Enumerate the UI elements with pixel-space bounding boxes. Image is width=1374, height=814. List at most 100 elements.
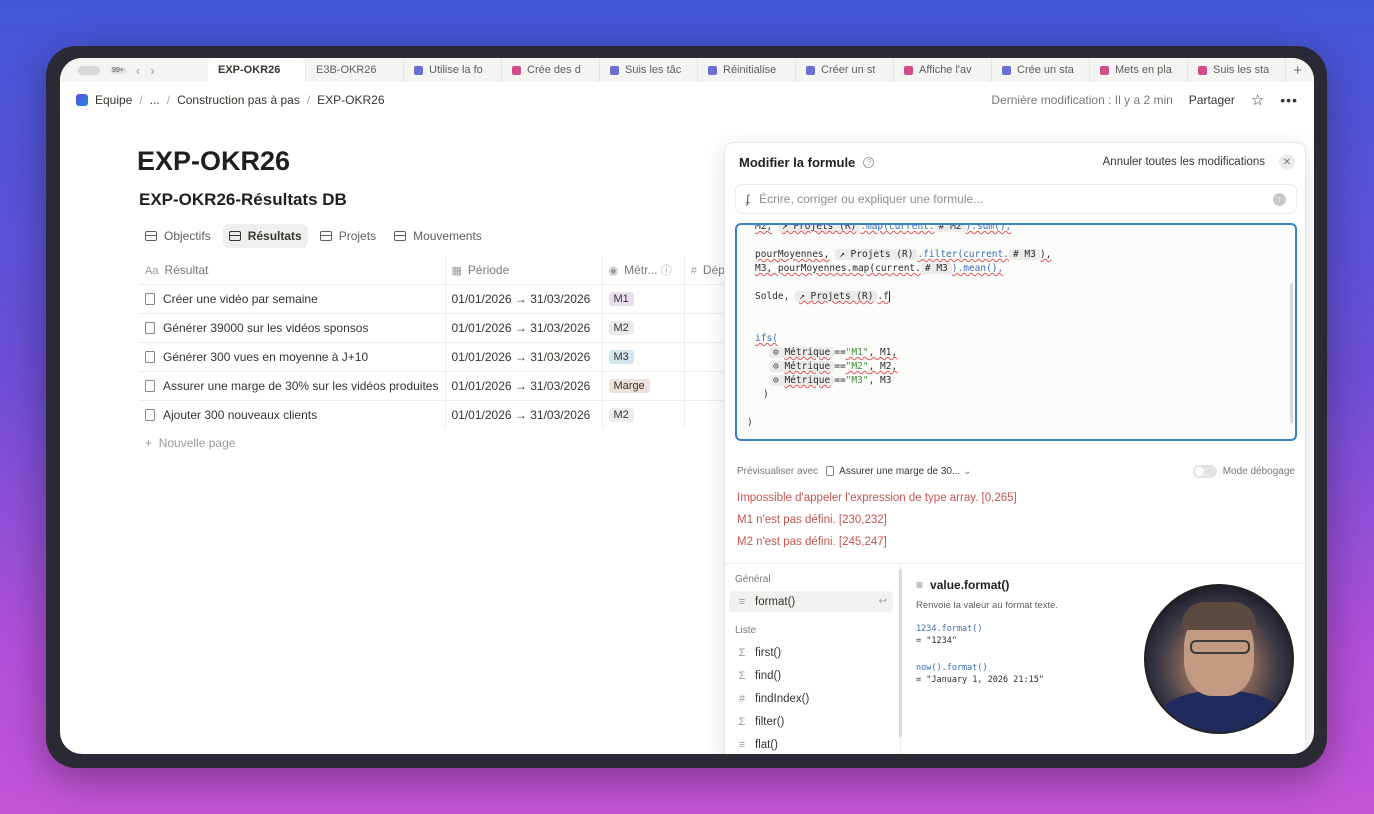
column-header-period[interactable]: ▦ Période	[445, 256, 603, 284]
tab-page-icon	[610, 65, 619, 75]
function-item[interactable]: ≡ format() ↩	[729, 591, 893, 612]
code-token: ==	[834, 361, 846, 372]
page-title[interactable]: EXP-OKR26	[137, 146, 290, 177]
property-chip[interactable]: ⊙ Métrique	[769, 375, 835, 386]
close-icon[interactable]: ✕	[1279, 154, 1295, 170]
webcam-overlay	[1144, 584, 1294, 734]
favorite-star-icon[interactable]: ☆	[1251, 91, 1264, 109]
browser-tab[interactable]: E3B-OKR26	[306, 58, 404, 82]
cell-result[interactable]: Créer une vidéo par semaine	[139, 283, 446, 313]
function-item[interactable]: Σfind()	[729, 665, 893, 686]
property-chip[interactable]: ↗ Projets (R)	[835, 249, 918, 260]
select-property-icon: ⊙	[773, 347, 785, 358]
property-chip[interactable]: # M3	[920, 263, 952, 274]
cell-metric[interactable]: Marge	[602, 370, 685, 400]
breadcrumb-workspace[interactable]: Equipe	[95, 93, 132, 107]
cell-result[interactable]: Générer 39000 sur les vidéos sponsos	[139, 312, 446, 342]
ai-formula-input[interactable]: ʄ Écrire, corriger ou expliquer une form…	[735, 184, 1297, 214]
tab-label: Suis les tâc	[625, 64, 682, 76]
browser-tab[interactable]: Mets en pla	[1090, 58, 1188, 82]
cell-result[interactable]: Assurer une marge de 30% sur les vidéos …	[139, 370, 446, 400]
table-row[interactable]: Générer 39000 sur les vidéos sponsos 01/0…	[139, 312, 745, 342]
code-line: M3, pourMoyennes.map(current. # M3).mean(…	[755, 263, 1003, 274]
function-item[interactable]: Σfilter()	[729, 711, 893, 732]
send-arrow-icon[interactable]: ↑	[1273, 192, 1286, 206]
cell-metric[interactable]: M1	[602, 283, 685, 313]
breadcrumb-current[interactable]: EXP-OKR26	[317, 93, 384, 107]
table-row[interactable]: Générer 300 vues en moyenne à J+10 01/01/…	[139, 341, 745, 371]
database-title[interactable]: EXP-OKR26-Résultats DB	[139, 190, 347, 210]
help-icon[interactable]: ?	[863, 157, 875, 168]
cell-metric[interactable]: M2	[602, 312, 685, 342]
doc-description: Renvoie la valeur au format texte.	[916, 600, 1059, 611]
function-item[interactable]: ≡ flat()	[729, 734, 893, 754]
code-token: M2,	[755, 223, 773, 232]
property-chip[interactable]: # M3	[1008, 249, 1040, 260]
cell-result[interactable]: Ajouter 300 nouveaux clients	[139, 399, 446, 429]
breadcrumb-ellipsis[interactable]: ...	[150, 93, 160, 107]
text-cursor	[888, 291, 896, 302]
cell-period[interactable]: 01/01/2026 → 31/03/2026	[445, 283, 603, 313]
back-arrow-icon[interactable]: ‹	[136, 63, 140, 78]
cell-period[interactable]: 01/01/2026 → 31/03/2026	[445, 341, 603, 371]
browser-tab[interactable]: EXP-OKR26	[208, 58, 306, 82]
view-tab[interactable]: Objectifs	[139, 224, 217, 248]
tab-page-icon	[1198, 65, 1207, 75]
browser-tab[interactable]: Crée un sta	[992, 58, 1090, 82]
column-header-result[interactable]: Aa Résultat	[139, 256, 446, 284]
error-message: M2 n'est pas défini. [245,247]	[737, 536, 887, 548]
new-tab-icon[interactable]: +	[1293, 62, 1314, 79]
new-page-button[interactable]: + Nouvelle page	[145, 436, 235, 450]
function-type-icon: Σ	[738, 646, 746, 659]
tab-label: Utilise la fo	[429, 64, 483, 76]
browser-tab[interactable]: Crée des d	[502, 58, 600, 82]
doc-example-result: = "January 1, 2026 21:15"	[916, 675, 1044, 685]
code-token: "M2"	[845, 361, 869, 372]
property-chip[interactable]: ⊙ Métrique	[769, 361, 835, 372]
cancel-all-button[interactable]: Annuler toutes les modifications	[1103, 156, 1265, 168]
table-row[interactable]: Assurer une marge de 30% sur les vidéos …	[139, 370, 745, 400]
code-token: , M2,	[868, 361, 898, 372]
property-chip[interactable]: ⊙ Métrique	[769, 347, 835, 358]
code-token: ifs(	[755, 333, 778, 344]
browser-tab[interactable]: Suis les tâc	[600, 58, 698, 82]
tabs-count-badge[interactable]: 99+	[110, 66, 126, 74]
browser-tab[interactable]: Affiche l'av	[894, 58, 992, 82]
share-button[interactable]: Partager	[1189, 93, 1235, 107]
view-tab[interactable]: Résultats	[222, 224, 308, 248]
property-chip[interactable]: ↗ Projets (R)	[795, 291, 878, 302]
browser-tab[interactable]: Utilise la fo	[404, 58, 502, 82]
tab-label: Créer un st	[821, 64, 876, 76]
preview-page-selector[interactable]: Assurer une marge de 30... ⌄	[826, 466, 972, 477]
view-tab[interactable]: Projets	[314, 224, 382, 248]
sidebar-toggle-icon[interactable]	[78, 65, 100, 75]
cell-period[interactable]: 01/01/2026 → 31/03/2026	[445, 370, 603, 400]
cell-period[interactable]: 01/01/2026 → 31/03/2026	[445, 312, 603, 342]
cell-result[interactable]: Générer 300 vues en moyenne à J+10	[139, 341, 446, 371]
cell-metric[interactable]: M3	[602, 341, 685, 371]
formula-code-editor[interactable]: M2, ↗ Projets (R) .map(current. # M2).sum(…	[735, 223, 1297, 441]
function-item[interactable]: # findIndex()	[729, 688, 893, 709]
property-chip[interactable]: ↗ Projets (R)	[777, 225, 861, 232]
debug-toggle[interactable]	[1192, 465, 1217, 478]
select-property-icon: ◉	[608, 264, 619, 277]
forward-arrow-icon[interactable]: ›	[150, 63, 154, 78]
view-label: Résultats	[247, 229, 302, 243]
view-tab[interactable]: Mouvements	[388, 224, 488, 248]
breadcrumb-parent[interactable]: Construction pas à pas	[177, 93, 300, 107]
column-header-metric[interactable]: ◉ Métr... ⓘ	[602, 256, 685, 284]
cell-period[interactable]: 01/01/2026 → 31/03/2026	[445, 399, 603, 429]
browser-tab[interactable]: Suis les sta	[1188, 58, 1286, 82]
table-row[interactable]: Ajouter 300 nouveaux clients 01/01/2026 →…	[139, 399, 745, 429]
browser-tab[interactable]: Réinitialise	[698, 58, 796, 82]
property-chip[interactable]: # M2	[934, 225, 966, 232]
table-row[interactable]: Créer une vidéo par semaine 01/01/2026 → …	[139, 283, 745, 313]
metric-tag: M3	[608, 350, 634, 364]
more-options-icon[interactable]: •••	[1280, 92, 1298, 108]
cell-metric[interactable]: M2	[602, 399, 685, 429]
function-item[interactable]: Σfirst()	[729, 642, 893, 663]
editor-scrollbar[interactable]	[1290, 283, 1293, 423]
browser-tab[interactable]: Créer un st	[796, 58, 894, 82]
number-property-icon: #	[690, 264, 697, 277]
ai-assistant-icon: ʄ	[746, 192, 750, 206]
